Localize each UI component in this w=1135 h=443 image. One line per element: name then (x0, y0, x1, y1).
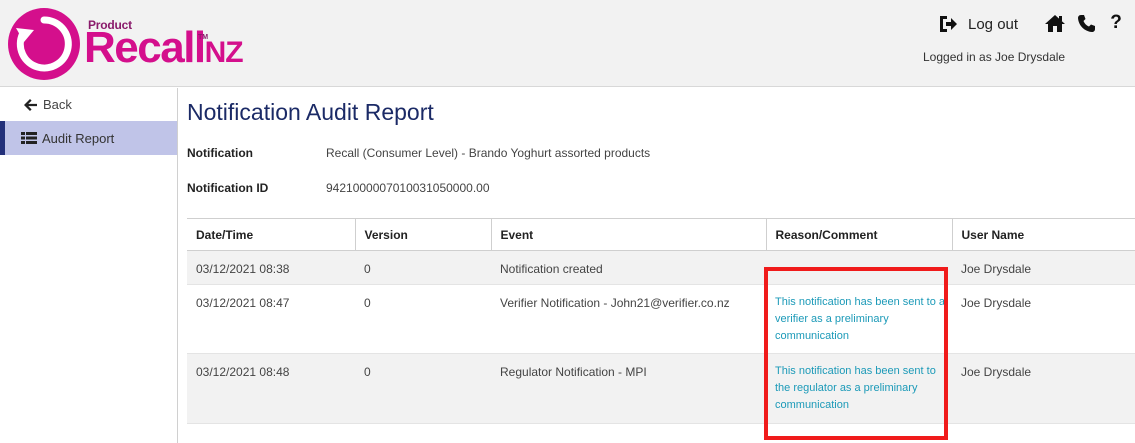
cell-event: Verifier Notification - John21@verifier.… (491, 284, 766, 354)
cell-version: 0 (355, 250, 491, 285)
notification-label: Notification (187, 146, 253, 160)
notification-id-label: Notification ID (187, 181, 269, 195)
back-label: Back (43, 97, 72, 112)
cell-version: 0 (355, 353, 491, 424)
sidebar-item-audit-report[interactable]: Audit Report (0, 121, 177, 155)
cell-user: Joe Drysdale (952, 284, 1135, 354)
notification-value: Recall (Consumer Level) - Brando Yoghurt… (326, 146, 651, 160)
help-icon: ? (1110, 12, 1122, 33)
logo-recall-text: RecallNZ (84, 23, 244, 72)
table-header-row: Date/Time Version Event Reason/Comment U… (187, 218, 1135, 251)
cell-user: Joe Drysdale (952, 250, 1135, 285)
logo-circle-icon (8, 8, 80, 80)
cell-comment: This notification has been sent to a ver… (766, 284, 952, 354)
table-row: 03/12/2021 08:38 0 Notification created … (187, 250, 1135, 285)
column-header-version[interactable]: Version (354, 218, 491, 251)
column-header-event[interactable]: Event (490, 218, 766, 251)
sidebar: Back Audit Report (0, 88, 178, 443)
logo-nz-text: NZ (204, 36, 244, 69)
phone-icon (1077, 14, 1095, 32)
column-header-user-name[interactable]: User Name (951, 218, 1135, 251)
page-title: Notification Audit Report (187, 99, 434, 125)
product-recall-nz-logo[interactable]: Product RecallNZ TM (8, 8, 248, 80)
phone-button[interactable] (1076, 13, 1096, 33)
back-link[interactable]: Back (0, 88, 177, 121)
logged-in-status: Logged in as Joe Drysdale (923, 50, 1066, 64)
notification-id-value: 9421000007010031050000.00 (326, 181, 490, 195)
logout-button[interactable]: Log out (938, 13, 1018, 35)
list-icon (21, 132, 37, 144)
cell-datetime: 03/12/2021 08:38 (187, 250, 355, 285)
column-header-datetime[interactable]: Date/Time (187, 218, 355, 251)
home-icon (1045, 14, 1065, 32)
table-row: 03/12/2021 08:47 0 Verifier Notification… (187, 284, 1135, 354)
column-header-reason-comment[interactable]: Reason/Comment (765, 218, 952, 251)
cell-comment: This notification has been sent to the r… (766, 353, 952, 424)
arrow-left-icon (24, 98, 37, 111)
cell-version: 0 (355, 284, 491, 354)
logout-label: Log out (968, 15, 1019, 33)
audit-table: Date/Time Version Event Reason/Comment U… (187, 218, 1135, 424)
app-header: Product RecallNZ TM Log out ? Logged in … (0, 0, 1135, 87)
logout-icon (940, 16, 957, 32)
table-row: 03/12/2021 08:48 0 Regulator Notificatio… (187, 353, 1135, 424)
cell-datetime: 03/12/2021 08:47 (187, 284, 355, 354)
home-button[interactable] (1044, 13, 1066, 33)
cell-event: Notification created (491, 250, 766, 285)
cell-user: Joe Drysdale (952, 353, 1135, 424)
logo-tm-text: TM (198, 34, 209, 41)
cell-datetime: 03/12/2021 08:48 (187, 353, 355, 424)
help-button[interactable]: ? (1108, 12, 1124, 33)
cell-event: Regulator Notification - MPI (491, 353, 766, 424)
cell-comment (766, 250, 952, 285)
sidebar-item-label: Audit Report (42, 130, 115, 146)
